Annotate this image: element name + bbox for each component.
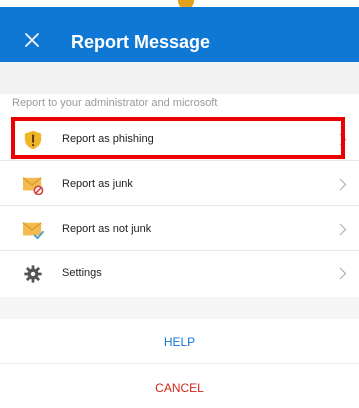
divider	[0, 363, 359, 364]
chevron-right-icon	[339, 267, 347, 280]
divider	[0, 160, 359, 161]
section-label: Report to your administrator and microso…	[12, 97, 218, 109]
settings-label: Settings	[62, 267, 102, 279]
report-phishing-item[interactable]: Report as phishing	[0, 119, 359, 161]
header-bar: Report Message	[0, 7, 359, 62]
report-phishing-label: Report as phishing	[62, 133, 154, 145]
page-title: Report Message	[71, 32, 211, 52]
report-junk-label: Report as junk	[62, 178, 133, 190]
cancel-button[interactable]: CANCEL	[0, 368, 359, 408]
shield-warning-icon	[24, 130, 42, 150]
gear-icon	[24, 265, 42, 283]
report-not-junk-label: Report as not junk	[62, 223, 152, 235]
header-spacer	[0, 62, 359, 94]
report-junk-item[interactable]: Report as junk	[0, 164, 359, 206]
junk-mail-icon	[22, 177, 44, 195]
section-separator	[0, 297, 359, 319]
chevron-right-icon	[339, 223, 347, 236]
chevron-right-icon	[339, 133, 347, 146]
divider	[0, 250, 359, 251]
close-icon[interactable]	[23, 31, 41, 49]
divider	[0, 205, 359, 206]
chevron-right-icon	[339, 178, 347, 191]
help-button[interactable]: HELP	[0, 322, 359, 362]
settings-item[interactable]: Settings	[0, 253, 359, 295]
not-junk-mail-icon	[22, 222, 44, 240]
report-not-junk-item[interactable]: Report as not junk	[0, 209, 359, 251]
